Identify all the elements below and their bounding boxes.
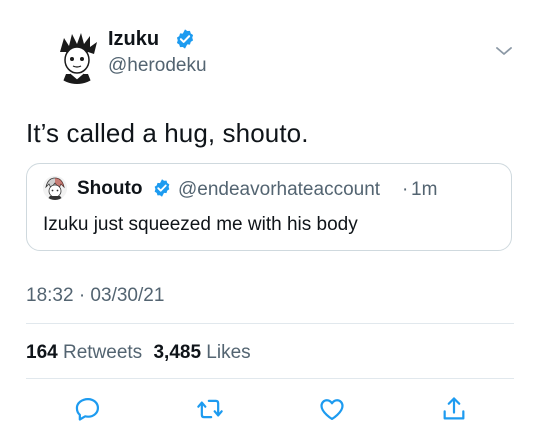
quoted-time[interactable]: 1m bbox=[411, 179, 437, 201]
separator-dot: · bbox=[402, 179, 409, 200]
divider bbox=[26, 378, 514, 379]
quoted-tweet[interactable]: Shouto @endeavorhateaccount · 1m Izuku j… bbox=[26, 163, 512, 251]
author-handle[interactable]: @herodeku bbox=[108, 55, 207, 77]
quoted-author-name[interactable]: Shouto bbox=[77, 178, 142, 200]
quoted-author-avatar[interactable] bbox=[43, 176, 67, 200]
likes-count: 3,485 bbox=[153, 342, 202, 363]
retweets-label: Retweets bbox=[62, 342, 143, 363]
retweet-icon[interactable] bbox=[196, 395, 224, 423]
tweet-timestamp[interactable]: 18:32 · 03/30/21 bbox=[26, 285, 164, 307]
likes-stat[interactable]: 3,485 Likes bbox=[153, 342, 250, 363]
divider bbox=[26, 323, 514, 324]
tweet-text: It’s called a hug, shouto. bbox=[26, 118, 309, 148]
retweets-stat[interactable]: 164 Retweets bbox=[26, 342, 142, 363]
author-name[interactable]: Izuku bbox=[108, 28, 159, 51]
retweets-count: 164 bbox=[26, 342, 58, 363]
quoted-tweet-text: Izuku just squeezed me with his body bbox=[43, 214, 358, 235]
chevron-down-icon[interactable] bbox=[494, 44, 514, 58]
reply-icon[interactable] bbox=[74, 395, 102, 423]
quoted-author-handle[interactable]: @endeavorhateaccount bbox=[178, 179, 380, 201]
share-icon[interactable] bbox=[440, 395, 468, 423]
verified-badge-icon bbox=[154, 179, 170, 197]
likes-label: Likes bbox=[206, 342, 251, 363]
engagement-stats: 164 Retweets 3,485 Likes bbox=[26, 342, 251, 364]
like-icon[interactable] bbox=[318, 395, 346, 423]
verified-badge-icon bbox=[176, 29, 194, 49]
author-avatar[interactable] bbox=[50, 30, 104, 84]
